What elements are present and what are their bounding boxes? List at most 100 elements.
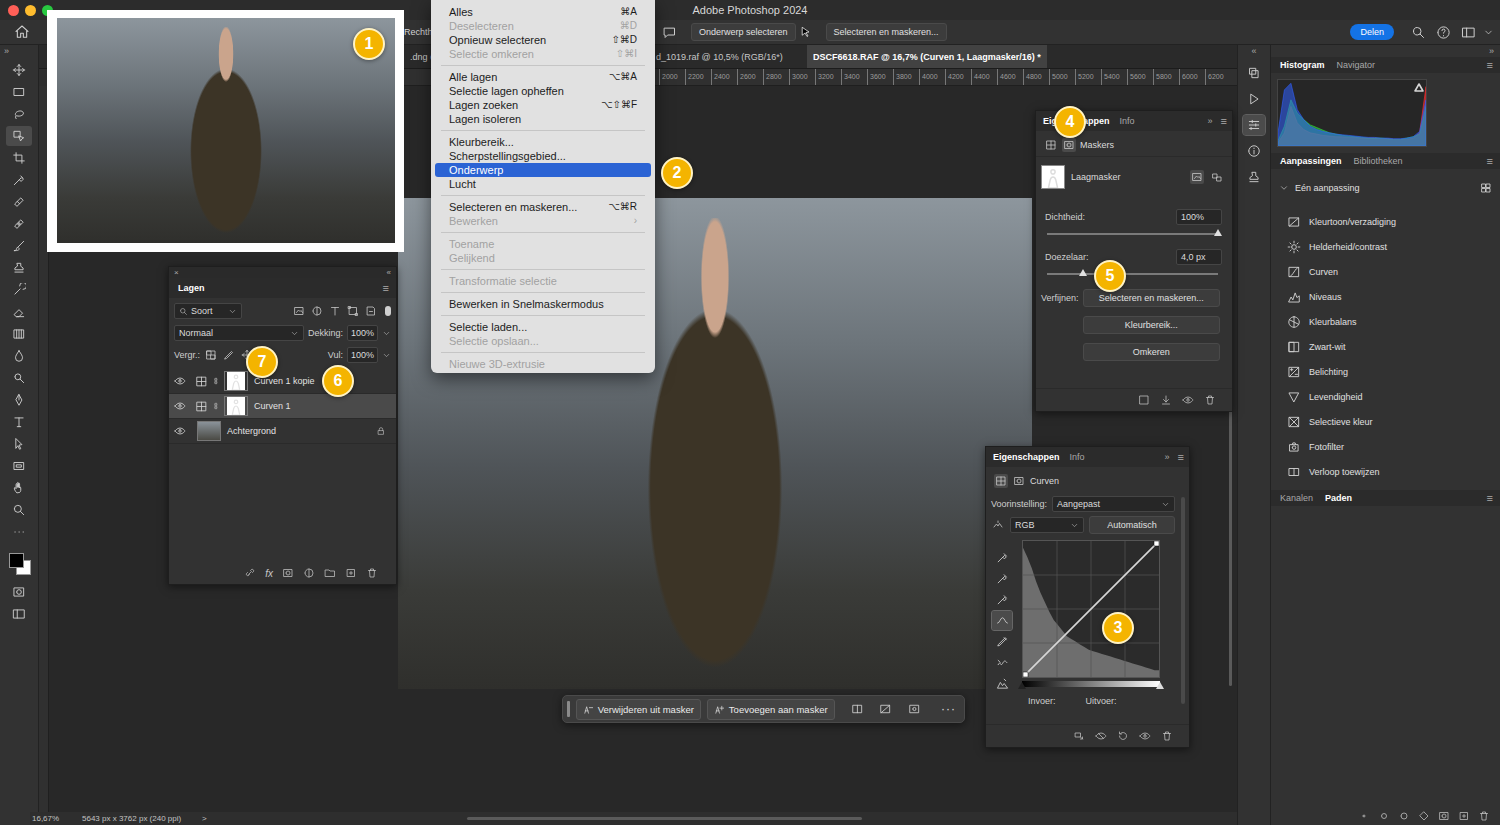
- adjustment-item[interactable]: Belichting: [1271, 359, 1500, 384]
- tool-button[interactable]: [6, 148, 32, 168]
- adjustment-item[interactable]: Zwart-wit: [1271, 334, 1500, 359]
- adjustment-item[interactable]: Kleurbalans: [1271, 309, 1500, 334]
- dotted-circle-icon[interactable]: [1398, 810, 1410, 822]
- new-layer-icon[interactable]: [345, 567, 357, 579]
- adjustment-item[interactable]: Verloop toewijzen: [1271, 459, 1500, 484]
- layer-style-button[interactable]: fx: [265, 568, 273, 579]
- foreground-color[interactable]: [9, 553, 24, 568]
- eye-icon[interactable]: [174, 400, 186, 412]
- refine-button[interactable]: Selecteren en maskeren...: [1083, 289, 1220, 307]
- curve-tool-button[interactable]: [992, 569, 1012, 588]
- tool-button[interactable]: [6, 214, 32, 234]
- curve-tool-button[interactable]: [992, 674, 1012, 693]
- fill-field[interactable]: 100%: [347, 347, 378, 363]
- tool-button[interactable]: [6, 500, 32, 520]
- preset-dropdown[interactable]: Aangepast: [1052, 496, 1175, 512]
- tool-button[interactable]: [6, 390, 32, 410]
- layer-filter-dropdown[interactable]: Soort: [174, 303, 242, 319]
- panel-tab[interactable]: Eigenschappen: [988, 449, 1065, 465]
- trash-icon[interactable]: [1478, 810, 1490, 822]
- tool-button[interactable]: [6, 60, 32, 80]
- panel-close[interactable]: ×: [174, 267, 179, 278]
- menu-item[interactable]: Alles⌘A: [435, 5, 651, 19]
- document-tab[interactable]: d_1019.raf @ 10,5% (RGB/16*): [656, 45, 807, 68]
- panel-tab[interactable]: Bibliotheken: [1349, 153, 1408, 169]
- chevron-icon[interactable]: [1483, 27, 1494, 38]
- reset-icon[interactable]: [1117, 730, 1129, 742]
- new-mask-icon[interactable]: [908, 702, 921, 716]
- panel-scrollbar[interactable]: [1181, 497, 1185, 704]
- document-tab[interactable]: DSCF6618.RAF @ 16,7% (Curven 1, Laagmask…: [807, 45, 1047, 68]
- dock-expand[interactable]: »: [1489, 45, 1494, 57]
- refine-button[interactable]: Kleurbereik...: [1083, 316, 1220, 334]
- panel-icon-button[interactable]: [1243, 167, 1265, 187]
- panel-tab[interactable]: Navigator: [1332, 57, 1381, 73]
- curve-line[interactable]: [1023, 541, 1159, 677]
- home-icon[interactable]: [14, 24, 30, 40]
- lock-transparency-icon[interactable]: [204, 348, 218, 362]
- panel-icon-button[interactable]: [1243, 89, 1265, 109]
- curves-properties-icon[interactable]: [994, 474, 1008, 488]
- adjustment-item[interactable]: Kleurtoon/verzadiging: [1271, 209, 1500, 234]
- menu-item[interactable]: Onderwerp: [435, 163, 651, 177]
- white-point-slider[interactable]: [1156, 682, 1164, 689]
- auto-button[interactable]: Automatisch: [1089, 516, 1175, 534]
- slider-track[interactable]: [1047, 233, 1218, 235]
- more-button[interactable]: ···: [941, 702, 956, 716]
- layer-row[interactable]: Curven 1: [169, 394, 396, 419]
- cache-warning-icon[interactable]: [1415, 84, 1423, 91]
- strip-collapse[interactable]: «: [1251, 45, 1256, 57]
- pixel-filter-icon[interactable]: [292, 304, 306, 318]
- visibility-icon[interactable]: [1182, 394, 1194, 406]
- panel-menu[interactable]: ≡: [380, 282, 392, 294]
- adjustment-group[interactable]: Eén aanpassing: [1271, 169, 1500, 201]
- menu-item[interactable]: Kleurbereik...: [435, 135, 651, 149]
- menu-item[interactable]: Lagen isoleren: [435, 112, 651, 126]
- toolbar-expand[interactable]: »: [0, 45, 9, 60]
- adjustment-filter-icon[interactable]: [310, 304, 324, 318]
- tool-button[interactable]: [6, 412, 32, 432]
- panel-icon-button[interactable]: [1243, 141, 1265, 161]
- mask-icon[interactable]: [1438, 810, 1450, 822]
- horizontal-scrollbar[interactable]: [467, 817, 862, 820]
- layer-thumbnail[interactable]: [197, 421, 221, 441]
- tool-button[interactable]: [6, 478, 32, 498]
- menu-item[interactable]: Selectie laden...: [435, 320, 651, 334]
- panel-menu[interactable]: ≡: [1484, 155, 1496, 167]
- adjustment-item[interactable]: Selectieve kleur: [1271, 409, 1500, 434]
- trash-icon[interactable]: [1161, 730, 1173, 742]
- chevron-icon[interactable]: [382, 351, 391, 360]
- add-mask-icon[interactable]: [282, 567, 294, 579]
- dot-icon[interactable]: [1358, 810, 1370, 822]
- type-filter-icon[interactable]: [328, 304, 342, 318]
- tool-button[interactable]: [6, 522, 32, 542]
- clip-to-layer-icon[interactable]: [1073, 730, 1085, 742]
- adjustment-item[interactable]: Helderheid/contrast: [1271, 234, 1500, 259]
- trash-icon[interactable]: [1204, 394, 1216, 406]
- panel-collapse[interactable]: «: [387, 267, 391, 278]
- view-previous-icon[interactable]: [1095, 730, 1107, 742]
- adjustment-properties-icon[interactable]: [1044, 138, 1058, 152]
- tool-button[interactable]: [6, 324, 32, 344]
- panel-menu[interactable]: ≡: [1484, 492, 1496, 504]
- shape-filter-icon[interactable]: [346, 304, 360, 318]
- help-icon[interactable]: [1436, 25, 1451, 40]
- color-swatches[interactable]: [6, 550, 32, 576]
- tool-button[interactable]: [6, 302, 32, 322]
- lock-icon[interactable]: [376, 426, 386, 436]
- menu-item[interactable]: Scherpstellingsgebied...: [435, 149, 651, 163]
- share-button[interactable]: Delen: [1350, 24, 1394, 40]
- layer-mask-thumbnail[interactable]: [224, 371, 248, 391]
- panel-tab[interactable]: Lagen: [173, 280, 210, 296]
- invert-mask-icon[interactable]: [851, 702, 864, 716]
- adjustment-item[interactable]: Levendigheid: [1271, 384, 1500, 409]
- adjustment-layer-icon[interactable]: [303, 567, 315, 579]
- opacity-field[interactable]: 100%: [347, 325, 378, 341]
- black-point-slider[interactable]: [1018, 682, 1026, 689]
- add-to-mask-button[interactable]: Toevoegen aan masker: [707, 699, 835, 720]
- mask-properties-icon[interactable]: [1062, 138, 1076, 152]
- curve-tool-button[interactable]: [992, 590, 1012, 609]
- panel-expand[interactable]: »: [1160, 452, 1175, 462]
- menu-item[interactable]: Selecteren en maskeren...⌥⌘R: [435, 200, 651, 214]
- eye-icon[interactable]: [174, 425, 186, 437]
